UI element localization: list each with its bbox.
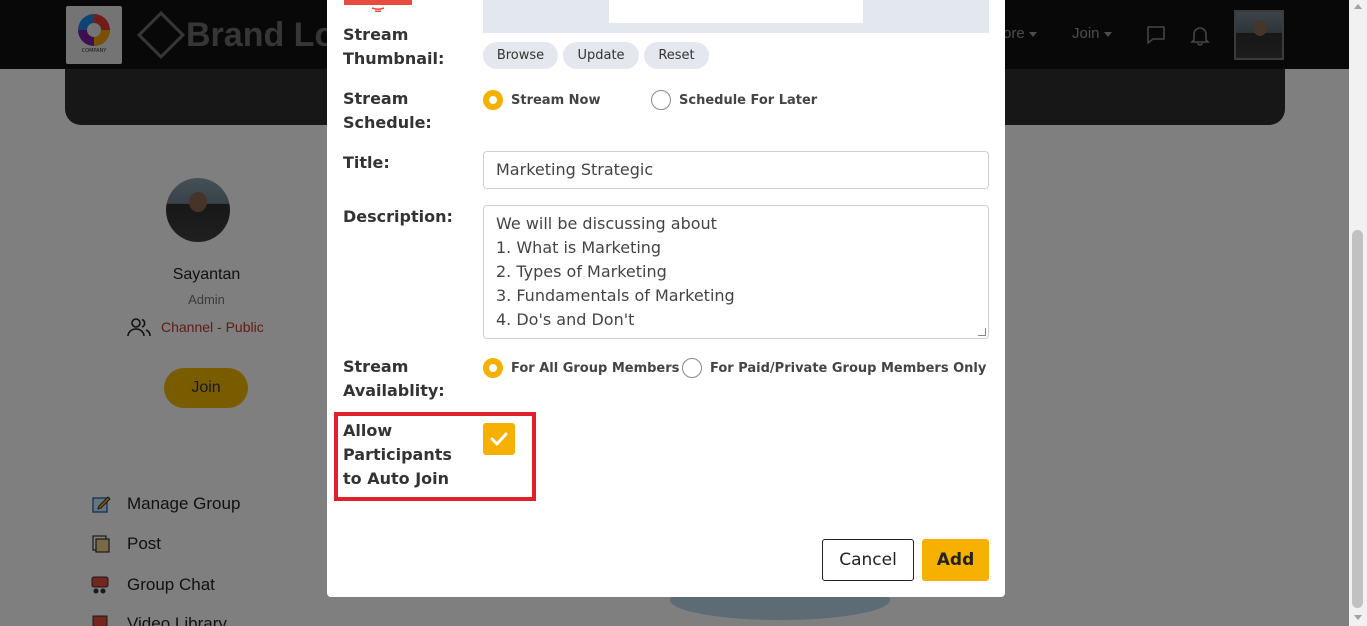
radio-paid-members[interactable]: For Paid/Private Group Members Only (682, 358, 986, 378)
description-line: We will be discussing about (496, 214, 717, 233)
radio-unselected-indicator (682, 358, 702, 378)
resize-handle-icon[interactable] (978, 328, 986, 336)
stream-availability-label: Stream Availablity: (343, 357, 445, 400)
live-stream-icon (344, 0, 412, 13)
scroll-up-arrow[interactable] (1354, 4, 1362, 9)
stream-thumbnail-label: Stream Thumbnail: (343, 25, 445, 68)
title-input[interactable]: Marketing Strategic (483, 151, 989, 189)
radio-all-members[interactable]: For All Group Members (483, 358, 679, 378)
stream-schedule-label: Stream Schedule: (343, 89, 432, 132)
radio-selected-indicator (483, 358, 503, 378)
radio-stream-now[interactable]: Stream Now (483, 90, 600, 110)
radio-schedule-later[interactable]: Schedule For Later (651, 90, 817, 110)
description-line: 2. Types of Marketing (496, 262, 667, 281)
radio-selected-indicator (483, 90, 503, 110)
update-button[interactable]: Update (563, 42, 639, 69)
description-line: 1. What is Marketing (496, 238, 662, 257)
scrollbar-thumb[interactable] (1352, 230, 1363, 608)
radio-label: Stream Now (511, 92, 601, 108)
auto-join-label: Allow Participants to Auto Join (343, 421, 452, 488)
description-textarea[interactable]: We will be discussing about 1. What is M… (483, 205, 989, 339)
reset-button[interactable]: Reset (644, 42, 709, 69)
scroll-down-arrow[interactable] (1354, 615, 1362, 620)
add-stream-modal: Stream Thumbnail: Browse Update Reset St… (327, 0, 1005, 597)
add-button[interactable]: Add (922, 539, 989, 581)
cancel-button[interactable]: Cancel (822, 539, 914, 581)
browse-button[interactable]: Browse (483, 42, 558, 69)
thumbnail-preview (483, 0, 989, 33)
description-label: Description: (343, 207, 453, 226)
checkmark-icon (490, 432, 508, 446)
description-line: 4. Do's and Don't (496, 310, 635, 329)
radio-label: Schedule For Later (679, 92, 818, 108)
description-line: 3. Fundamentals of Marketing (496, 286, 735, 305)
radio-label: For Paid/Private Group Members Only (710, 360, 987, 376)
auto-join-checkbox[interactable] (483, 423, 515, 455)
title-label: Title: (343, 153, 390, 172)
radio-label: For All Group Members (511, 360, 680, 376)
radio-unselected-indicator (651, 90, 671, 110)
